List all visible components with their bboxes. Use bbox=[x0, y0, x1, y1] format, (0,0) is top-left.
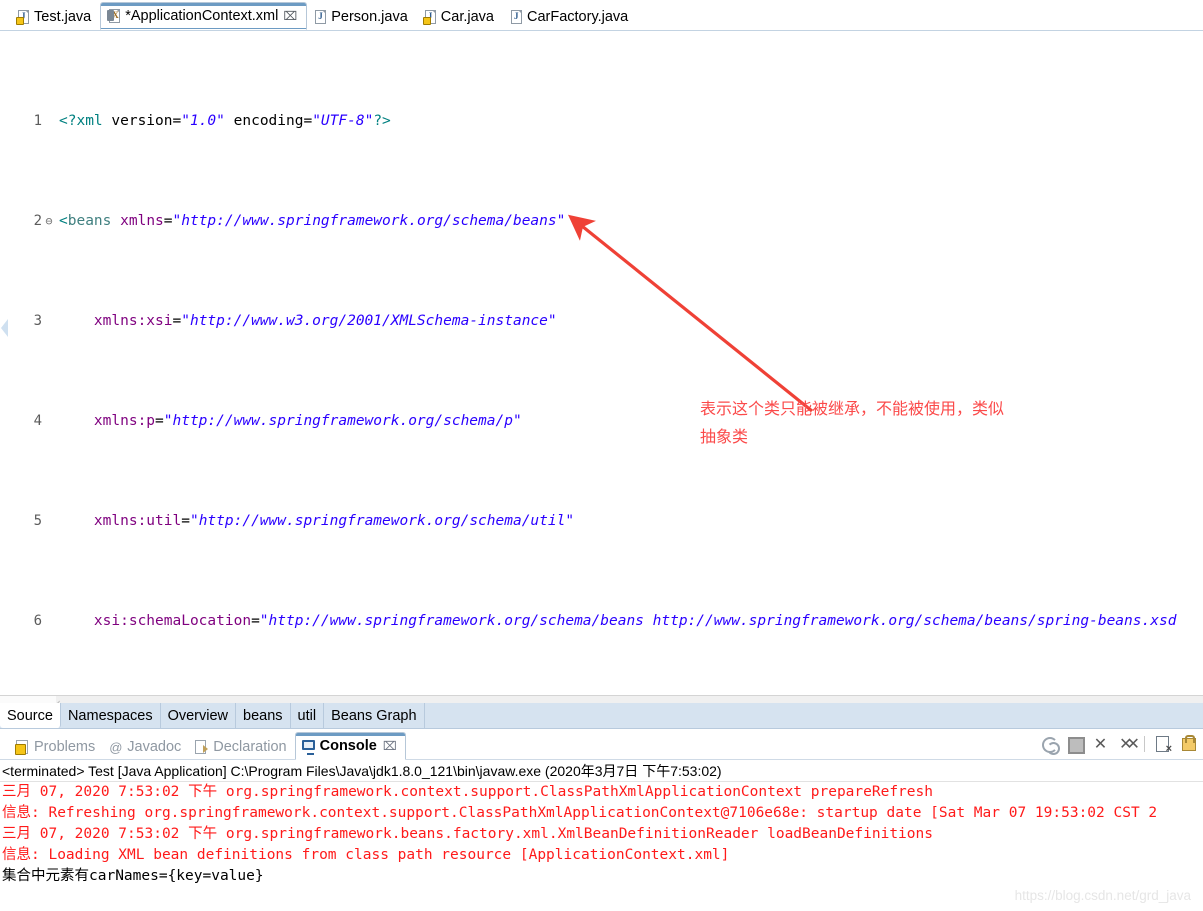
line-number: 2 bbox=[33, 213, 42, 229]
tab-util[interactable]: util bbox=[290, 703, 325, 728]
code-lines[interactable]: 1 <?xml version="1.0" encoding="UTF-8"?>… bbox=[9, 31, 1203, 695]
java-file-icon: J bbox=[422, 9, 437, 25]
tab-label: util bbox=[297, 707, 317, 724]
line-number: 4 bbox=[33, 413, 42, 429]
tab-label: Overview bbox=[167, 707, 229, 724]
view-tab-label: Declaration bbox=[213, 739, 287, 755]
view-tab-javadoc[interactable]: @ Javadoc bbox=[103, 734, 189, 760]
code-text: <beans xmlns="http://www.springframework… bbox=[59, 213, 566, 229]
code-text: <?xml version="1.0" encoding="UTF-8"?> bbox=[59, 113, 391, 129]
line-number: 5 bbox=[33, 513, 42, 529]
editor-tab-person-java[interactable]: J Person.java bbox=[307, 4, 417, 30]
view-tab-problems[interactable]: Problems bbox=[10, 734, 103, 760]
editor-tab-carfactory-java[interactable]: J CarFactory.java bbox=[503, 4, 637, 30]
scroll-lock-icon[interactable] bbox=[1040, 735, 1060, 755]
editor-tab-label: CarFactory.java bbox=[526, 9, 629, 25]
console-launch-header: <terminated> Test [Java Application] C:\… bbox=[0, 761, 1203, 782]
close-icon[interactable]: ⌧ bbox=[383, 739, 397, 753]
java-file-icon: J bbox=[16, 9, 30, 25]
line-number: 1 bbox=[33, 113, 42, 129]
view-tab-declaration[interactable]: Declaration bbox=[189, 734, 294, 760]
editor-tab-label: *ApplicationContext.xml bbox=[125, 8, 279, 24]
tab-overview[interactable]: Overview bbox=[160, 703, 237, 728]
declaration-icon bbox=[194, 739, 209, 755]
code-line[interactable]: 6 xsi:schemaLocation="http://www.springf… bbox=[9, 611, 1203, 631]
tab-source[interactable]: Source bbox=[0, 703, 61, 728]
editor-tab-label: Car.java bbox=[440, 9, 494, 25]
editor-tab-test-java[interactable]: J Test.java bbox=[10, 4, 100, 30]
editor-tab-applicationcontext-xml[interactable]: X *ApplicationContext.xml ⌧ bbox=[100, 2, 308, 30]
console-line: 信息: Refreshing org.springframework.conte… bbox=[2, 805, 1158, 821]
console-line: 三月 07, 2020 7:53:02 下午 org.springframewo… bbox=[2, 826, 933, 842]
code-line[interactable]: 3 xmlns:xsi="http://www.w3.org/2001/XMLS… bbox=[9, 311, 1203, 331]
close-icon[interactable]: ⌧ bbox=[283, 9, 297, 23]
editor-tab-label: Person.java bbox=[331, 9, 408, 25]
xml-file-icon: X bbox=[107, 8, 121, 24]
editor-tab-car-java[interactable]: J Car.java bbox=[417, 4, 503, 30]
code-text: xmlns:xsi="http://www.w3.org/2001/XMLSch… bbox=[93, 313, 557, 329]
view-tab-label: Console bbox=[319, 738, 377, 754]
code-text: xmlns:util="http://www.springframework.o… bbox=[93, 513, 575, 529]
xml-editor-page-tabs: Source Namespaces Overview beans util Be… bbox=[0, 703, 1203, 729]
watermark: https://blog.csdn.net/grd_java bbox=[1014, 888, 1191, 903]
code-line[interactable]: 2 ⊖ <beans xmlns="http://www.springframe… bbox=[9, 211, 1203, 231]
tab-label: beans bbox=[243, 707, 283, 724]
console-toolbar: ✕ ✕✕ bbox=[1040, 735, 1197, 755]
tab-label: Namespaces bbox=[67, 707, 153, 724]
code-line[interactable]: 1 <?xml version="1.0" encoding="UTF-8"?> bbox=[9, 111, 1203, 131]
toolbar-divider bbox=[1144, 735, 1145, 752]
javadoc-at-icon: @ bbox=[109, 739, 123, 755]
editor-tab-label: Test.java bbox=[34, 9, 92, 25]
java-file-icon: J bbox=[509, 9, 523, 25]
line-number: 3 bbox=[33, 313, 42, 329]
java-file-icon: J bbox=[313, 9, 327, 25]
annotation-line-1: 表示这个类只能被继承，不能被使用，类似 bbox=[700, 401, 1005, 418]
code-text: xmlns:p="http://www.springframework.org/… bbox=[93, 413, 522, 429]
tab-label: Source bbox=[7, 707, 53, 724]
console-view: Problems @ Javadoc Declaration Console ⌧ bbox=[0, 730, 1203, 911]
tab-label: Beans Graph bbox=[331, 707, 417, 724]
editor-tab-bar: J Test.java X *ApplicationContext.xml ⌧ … bbox=[0, 0, 1203, 30]
xml-source-editor[interactable]: 1 <?xml version="1.0" encoding="UTF-8"?>… bbox=[0, 30, 1203, 695]
editor-tab-strip: J Test.java X *ApplicationContext.xml ⌧ … bbox=[10, 2, 637, 30]
console-line: 信息: Loading XML bean definitions from cl… bbox=[2, 847, 730, 863]
annotation-line-2: 抽象类 bbox=[700, 429, 749, 446]
console-icon bbox=[301, 739, 316, 755]
remove-all-terminated-icon[interactable]: ✕✕ bbox=[1118, 735, 1140, 752]
console-line: 集合中元素有carNames={key=value} bbox=[2, 868, 264, 884]
console-line: 三月 07, 2020 7:53:02 下午 org.springframewo… bbox=[2, 784, 933, 800]
fold-marker[interactable]: ⊖ bbox=[42, 215, 56, 227]
tab-beans[interactable]: beans bbox=[236, 703, 291, 728]
clear-console-icon[interactable] bbox=[1154, 735, 1172, 755]
console-tab-strip: Problems @ Javadoc Declaration Console ⌧ bbox=[10, 732, 406, 760]
tab-namespaces[interactable]: Namespaces bbox=[60, 703, 161, 728]
terminate-icon[interactable] bbox=[1066, 735, 1085, 754]
code-line[interactable]: 5 xmlns:util="http://www.springframework… bbox=[9, 511, 1203, 531]
tab-filler bbox=[424, 703, 1203, 728]
annotation-note: 表示这个类只能被继承，不能被使用，类似 抽象类 bbox=[700, 396, 1120, 452]
view-tab-label: Problems bbox=[34, 739, 96, 755]
editor-left-rail bbox=[0, 31, 9, 695]
line-number: 6 bbox=[33, 613, 42, 629]
problems-icon bbox=[15, 739, 30, 755]
tab-beans-graph[interactable]: Beans Graph bbox=[324, 703, 425, 728]
remove-launch-icon[interactable]: ✕ bbox=[1092, 735, 1109, 752]
eclipse-ide-window: J Test.java X *ApplicationContext.xml ⌧ … bbox=[0, 0, 1203, 911]
code-text: xsi:schemaLocation="http://www.springfra… bbox=[93, 613, 1177, 629]
console-tab-bar: Problems @ Javadoc Declaration Console ⌧ bbox=[0, 730, 1203, 760]
view-tab-label: Javadoc bbox=[127, 739, 182, 755]
view-tab-console[interactable]: Console ⌧ bbox=[294, 732, 406, 760]
pin-console-icon[interactable] bbox=[1180, 735, 1197, 752]
